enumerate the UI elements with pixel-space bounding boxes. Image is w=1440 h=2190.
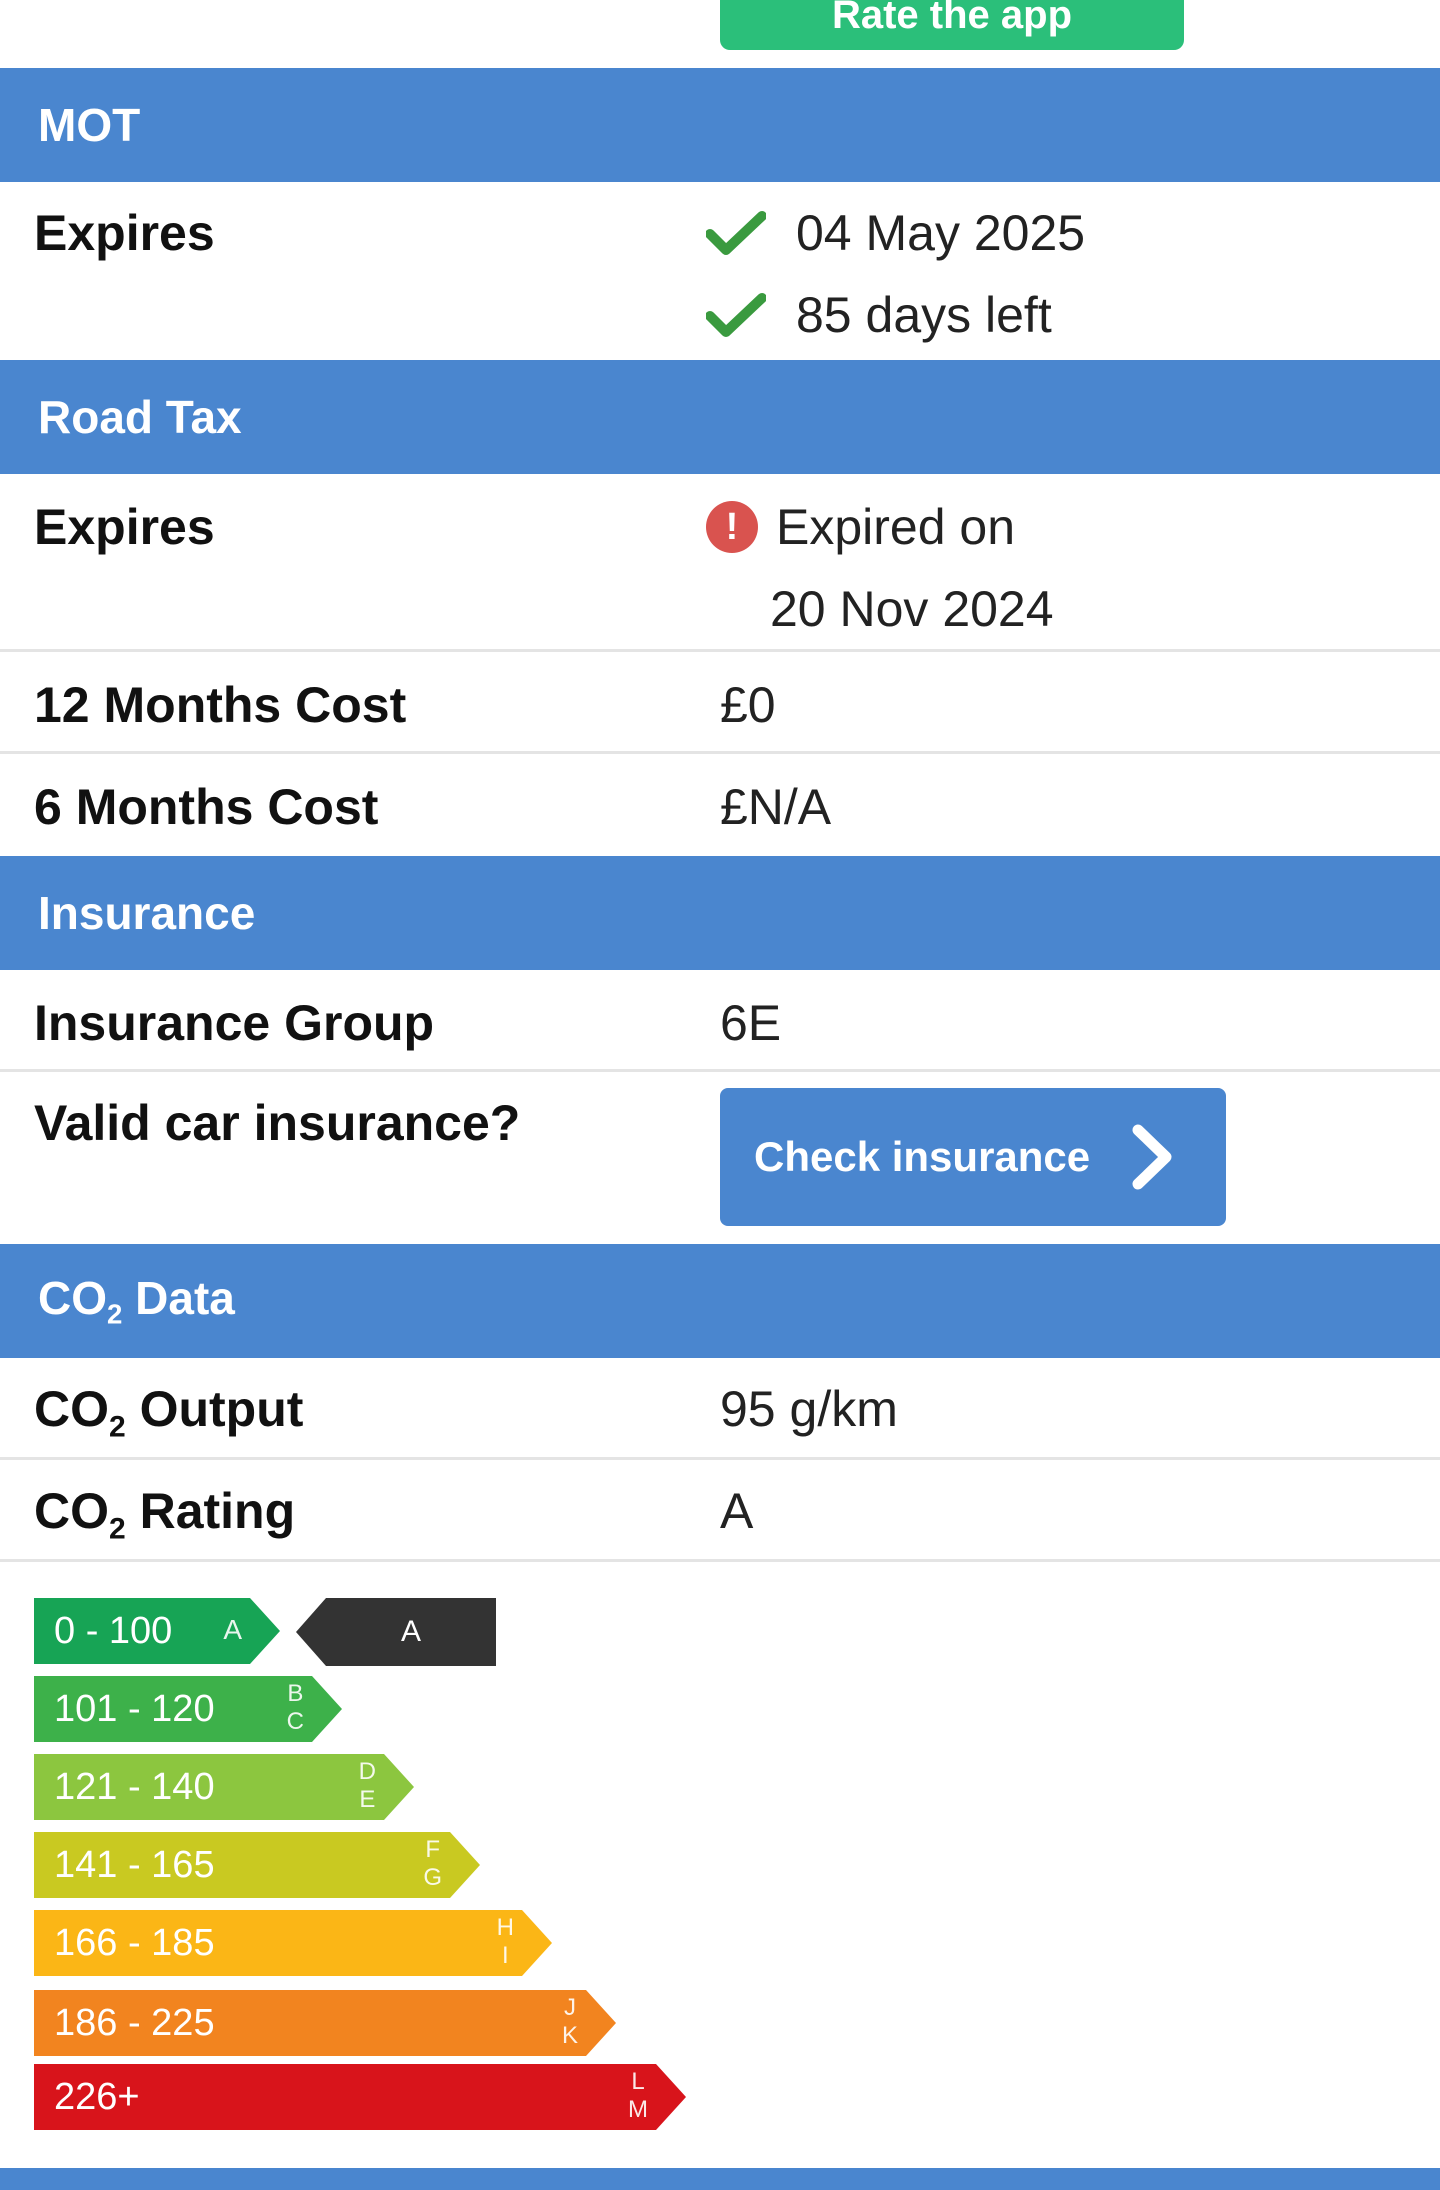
co2-band-arrow (312, 1676, 342, 1742)
co2-band-letters: A (223, 1616, 242, 1644)
rate-app-button[interactable]: Rate the app (720, 0, 1184, 50)
section-title-mot: MOT (38, 99, 141, 151)
co2-band-letter: M (628, 2096, 648, 2123)
co2-band-4: 166 - 185 H I (34, 1910, 552, 1976)
co2-band-body: 186 - 225 J K (34, 1990, 586, 2056)
co2-band-6: 226+ L M (34, 2064, 686, 2130)
co2-band-letters: FG (423, 1836, 442, 1892)
co2-band-range: 121 - 140 (54, 1765, 215, 1808)
co2-band-letter: I (501, 1942, 509, 1969)
co2-band-letter: G (423, 1864, 442, 1891)
co2-band-body: 226+ L M (34, 2064, 656, 2130)
insurance-group-value: 6E (720, 995, 782, 1051)
road-tax-6-months-row: 6 Months Cost £N/A (0, 754, 1440, 856)
insurance-group-row: Insurance Group 6E (0, 970, 1440, 1072)
road-tax-12-months-value: £0 (720, 677, 776, 733)
co2-band-arrow (384, 1754, 414, 1820)
co2-band-letters: DE (359, 1758, 376, 1814)
co2-band-letters: BC (287, 1680, 304, 1736)
section-title-road-tax: Road Tax (38, 391, 242, 443)
co2-band-letter: K (561, 2022, 578, 2049)
co2-band-2: 121 - 140 D E (34, 1754, 414, 1820)
co2-band-body: 101 - 120 B C (34, 1676, 312, 1742)
co2-rating-value: A (720, 1483, 754, 1539)
top-strip: Rate the app (0, 0, 1440, 68)
co2-band-arrow (656, 2064, 686, 2130)
co2-band-arrow (450, 1832, 480, 1898)
valid-insurance-label: Valid car insurance? (34, 1095, 521, 1151)
co2-band-letter: B (287, 1680, 304, 1707)
co2-output-value: 95 g/km (720, 1381, 898, 1437)
rating-marker-label: A (326, 1598, 496, 1666)
section-title-co2: CO2 Data (38, 1272, 235, 1330)
road-tax-expires-row: Expires ! Expired on 20 Nov 2024 (0, 474, 1440, 652)
co2-output-row: CO2 Output 95 g/km (0, 1358, 1440, 1460)
co2-band-3: 141 - 165 F G (34, 1832, 480, 1898)
road-tax-12-months-label: 12 Months Cost (34, 677, 407, 733)
road-tax-expired-text: Expired on (776, 499, 1016, 555)
road-tax-expired-line: ! Expired on (706, 498, 1015, 556)
next-section-header-partial (0, 2168, 1440, 2190)
co2-band-arrow (586, 1990, 616, 2056)
checkmark-icon (706, 293, 766, 337)
co2-band-range: 0 - 100 (54, 1609, 173, 1652)
co2-rating-row: CO2 Rating A (0, 1460, 1440, 1562)
mot-expires-label: Expires (34, 205, 215, 261)
co2-band-letter: D (358, 1758, 376, 1785)
road-tax-expires-label: Expires (34, 499, 215, 555)
check-insurance-label: Check insurance (754, 1133, 1091, 1180)
co2-output-label: CO2 Output (34, 1381, 304, 1444)
co2-band-arrow (522, 1910, 552, 1976)
road-tax-6-months-label: 6 Months Cost (34, 779, 379, 835)
co2-band-body: 166 - 185 H I (34, 1910, 522, 1976)
co2-band-body: 141 - 165 F G (34, 1832, 450, 1898)
co2-band-0: 0 - 100 A (34, 1598, 280, 1664)
co2-band-letters: JK (562, 1994, 578, 2050)
co2-band-letter: A (223, 1614, 242, 1645)
co2-band-letter: E (359, 1786, 376, 1813)
mot-days-left-line: 85 days left (706, 286, 1052, 344)
mot-expiry-line: 04 May 2025 (706, 204, 1085, 262)
mot-expiry-date: 04 May 2025 (796, 205, 1086, 261)
mot-expires-row: Expires 04 May 2025 85 days left (0, 182, 1440, 358)
co2-band-range: 226+ (54, 2075, 140, 2118)
co2-band-letter: H (496, 1914, 514, 1941)
co2-band-range: 166 - 185 (54, 1921, 215, 1964)
section-header-co2: CO2 Data (0, 1244, 1440, 1358)
co2-rating-marker: A (296, 1598, 496, 1666)
road-tax-6-months-value: £N/A (720, 779, 832, 835)
co2-band-arrow (250, 1598, 280, 1664)
co2-band-5: 186 - 225 J K (34, 1990, 616, 2056)
mot-days-left: 85 days left (796, 287, 1052, 343)
section-header-insurance: Insurance (0, 856, 1440, 970)
co2-band-range: 141 - 165 (54, 1843, 215, 1886)
co2-band-letter: L (631, 2068, 645, 2095)
check-insurance-button[interactable]: Check insurance (720, 1088, 1226, 1226)
co2-band-letter: J (563, 1994, 576, 2021)
section-title-insurance: Insurance (38, 887, 256, 939)
exclamation-alert-icon: ! (706, 501, 758, 553)
co2-band-range: 186 - 225 (54, 2001, 215, 2044)
rating-marker-arrow (296, 1598, 326, 1666)
co2-band-letter: F (425, 1836, 440, 1863)
co2-band-range: 101 - 120 (54, 1687, 215, 1730)
co2-band-body: 0 - 100 A (34, 1598, 250, 1664)
co2-band-letters: HI (497, 1914, 514, 1970)
co2-rating-label: CO2 Rating (34, 1483, 296, 1546)
road-tax-12-months-row: 12 Months Cost £0 (0, 652, 1440, 754)
road-tax-expired-date: 20 Nov 2024 (770, 581, 1054, 637)
co2-band-letter: C (286, 1708, 304, 1735)
section-header-road-tax: Road Tax (0, 360, 1440, 474)
co2-band-1: 101 - 120 B C (34, 1676, 342, 1742)
co2-band-letters: LM (628, 2068, 648, 2124)
insurance-group-label: Insurance Group (34, 995, 435, 1051)
section-header-mot: MOT (0, 68, 1440, 182)
co2-band-body: 121 - 140 D E (34, 1754, 384, 1820)
chevron-right-icon (1132, 1124, 1172, 1190)
checkmark-icon (706, 211, 766, 255)
